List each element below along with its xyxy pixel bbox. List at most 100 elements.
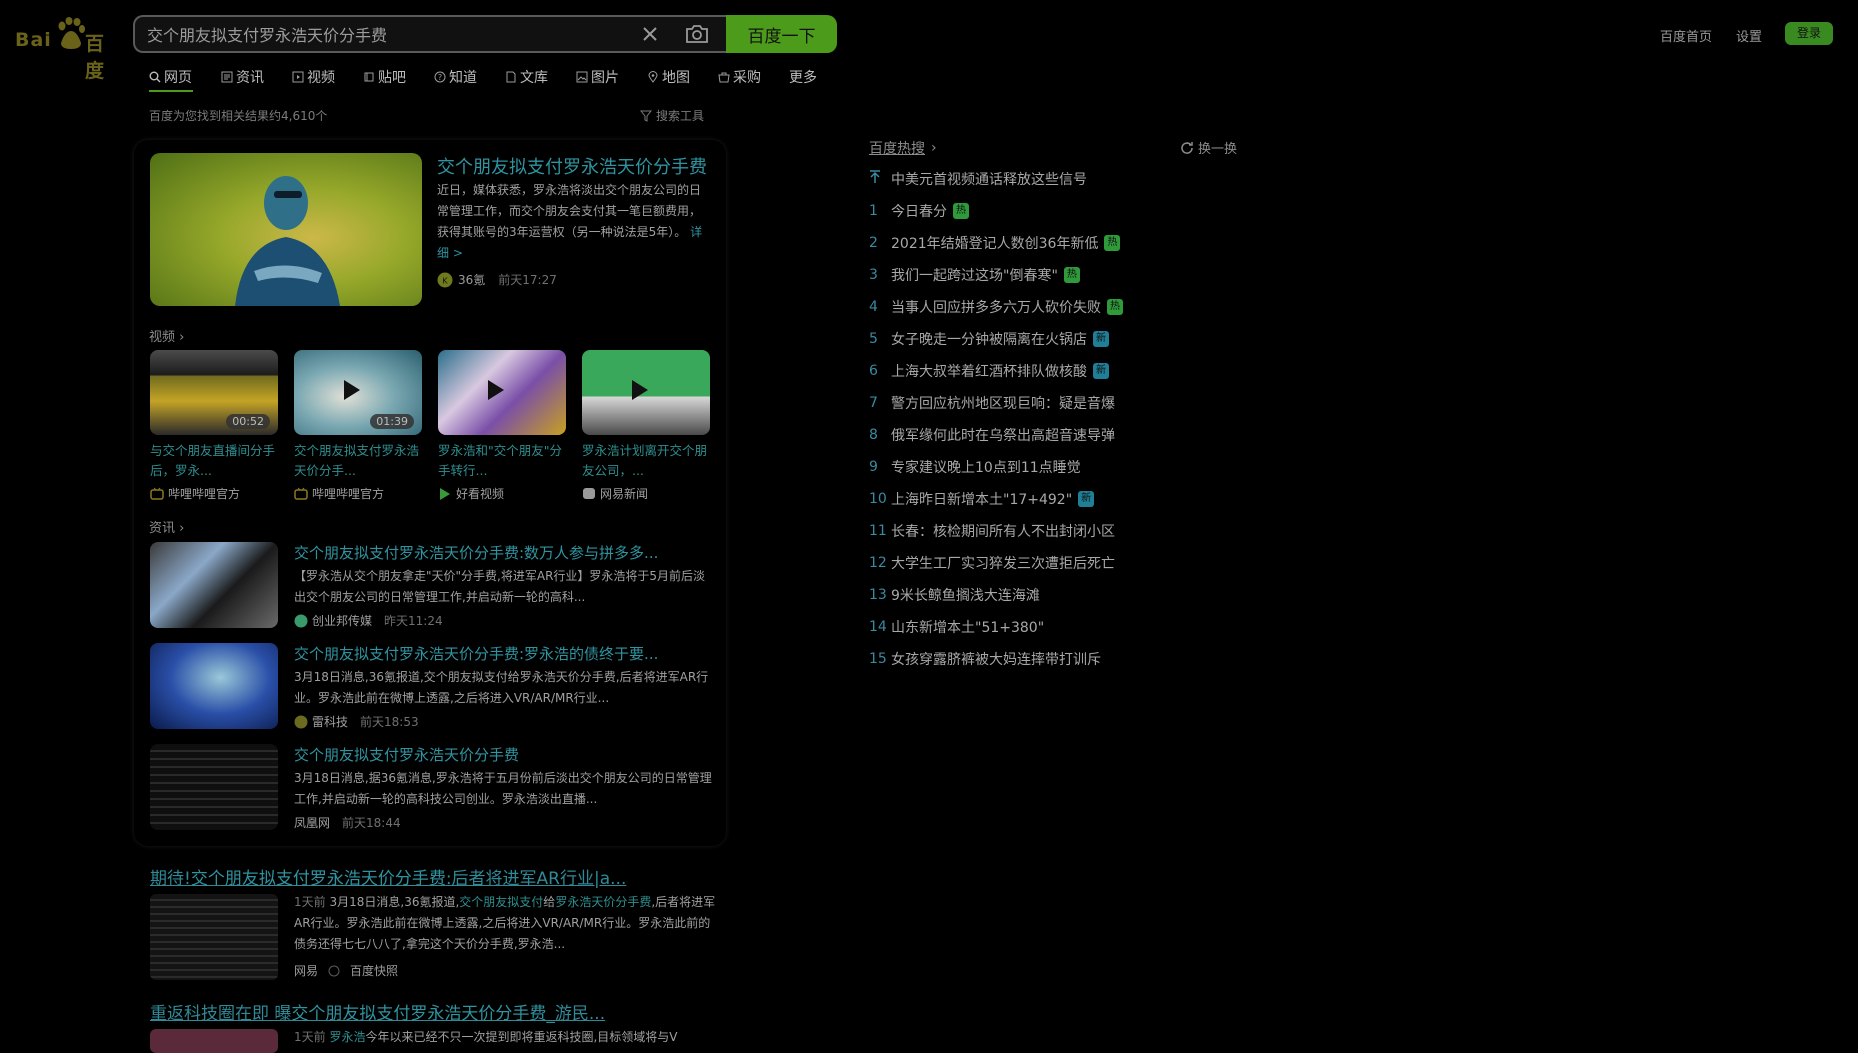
video-icon <box>292 71 304 83</box>
tab-news[interactable]: 资讯 <box>221 67 264 87</box>
hot-item[interactable]: 12 大学生工厂实习猝发三次遭拒后死亡 <box>869 552 1115 574</box>
tab-label: 图片 <box>591 70 619 86</box>
tab-map[interactable]: 地图 <box>647 67 690 87</box>
news-icon <box>221 71 233 83</box>
hot-item[interactable]: 1 今日春分热 <box>869 200 969 222</box>
video-thumbnail[interactable] <box>438 350 566 435</box>
video-thumbnail[interactable]: 00:52 <box>150 350 278 435</box>
tab-label: 文库 <box>520 70 548 86</box>
shop-icon <box>718 72 730 83</box>
hot-item[interactable]: 15 女孩穿露脐裤被大妈连摔带打训斥 <box>869 648 1101 670</box>
featured-source-name[interactable]: 36氪 <box>458 271 485 288</box>
video-card[interactable]: 00:52 与交个朋友直播间分手后，罗永... 哔哩哔哩官方 <box>150 350 280 502</box>
hot-item[interactable]: 13 9米长鲸鱼搁浅大连海滩 <box>869 584 1040 606</box>
search-button[interactable]: 百度一下 <box>726 15 837 53</box>
search-input[interactable] <box>147 17 627 51</box>
hot-item[interactable]: 14 山东新增本土"51+380" <box>869 616 1044 638</box>
featured-title[interactable]: 交个朋友拟支付罗永浩天价分手费 <box>437 153 707 179</box>
refresh-label: 换一换 <box>1198 142 1238 157</box>
hot-item-pinned[interactable]: 中美元首视频通话释放这些信号 <box>869 168 1087 190</box>
tab-tieba[interactable]: 贴吧 <box>363 67 406 87</box>
haokan-icon <box>440 488 450 500</box>
hot-item[interactable]: 3 我们一起跨过这场"倒春寒" 热 <box>869 264 1080 286</box>
hot-item[interactable]: 6 上海大叔举着红酒杯排队做核酸新 <box>869 360 1109 382</box>
hot-badge: 热 <box>1104 235 1121 251</box>
tab-video[interactable]: 视频 <box>292 67 335 87</box>
news-time: 昨天11:24 <box>384 614 443 628</box>
video-title[interactable]: 罗永浩计划离开交个朋友公司，... <box>582 441 712 481</box>
camera-icon[interactable] <box>685 23 709 45</box>
organic-title[interactable]: 重返科技圈在即 曝交个朋友拟支付罗永浩天价分手费_游民... <box>150 999 720 1024</box>
hot-badge: 热 <box>953 203 969 219</box>
settings-link[interactable]: 设置 <box>1736 26 1762 45</box>
shield-icon <box>328 965 340 976</box>
tab-zhidao[interactable]: ? 知道 <box>434 67 477 87</box>
news-thumbnail[interactable] <box>150 542 278 628</box>
organic-title-post: _游民... <box>546 1004 606 1024</box>
hot-item[interactable]: 2 2021年结婚登记人数创36年新低热 <box>869 232 1121 254</box>
tab-more[interactable]: 更多 <box>789 67 817 87</box>
login-button[interactable]: 登录 <box>1785 22 1833 45</box>
video-thumbnail[interactable]: 01:39 <box>294 350 422 435</box>
news-item[interactable]: 交个朋友拟支付罗永浩天价分手费 3月18日消息,据36氪消息,罗永浩将于五月份前… <box>150 744 720 834</box>
hot-search-title[interactable]: 百度热搜 › <box>869 138 937 158</box>
tab-label: 资讯 <box>236 70 264 86</box>
video-title[interactable]: 与交个朋友直播间分手后，罗永... <box>150 441 280 481</box>
hot-item-rank: 12 <box>869 555 887 571</box>
news-title[interactable]: 交个朋友拟支付罗永浩天价分手费 <box>294 744 519 765</box>
featured-image[interactable] <box>150 153 422 306</box>
news-thumbnail[interactable] <box>150 643 278 729</box>
tab-image[interactable]: 图片 <box>576 67 619 87</box>
hot-item[interactable]: 10 上海昨日新增本土"17+492" 新 <box>869 488 1095 510</box>
hot-item-rank: 10 <box>869 491 887 507</box>
hot-item[interactable]: 5 女子晚走一分钟被隔离在火锅店新 <box>869 328 1109 350</box>
source-logo-icon <box>294 715 308 728</box>
hot-item[interactable]: 7 警方回应杭州地区现巨响：疑是音爆 <box>869 392 1115 414</box>
video-card[interactable]: 罗永浩和"交个朋友"分手转行... 好看视频 <box>438 350 568 502</box>
tab-web[interactable]: 网页 <box>149 67 192 87</box>
active-tab-indicator <box>149 90 193 92</box>
hot-item[interactable]: 11 长春：核检期间所有人不出封闭小区 <box>869 520 1115 542</box>
baidu-logo[interactable]: Bai 百度 <box>15 17 122 82</box>
organic-thumbnail[interactable] <box>150 894 278 980</box>
organic-thumbnail[interactable] <box>150 1029 278 1053</box>
netease-icon <box>583 488 595 499</box>
video-title[interactable]: 罗永浩和"交个朋友"分手转行... <box>438 441 568 481</box>
video-source-name: 好看视频 <box>456 487 505 501</box>
organic-title[interactable]: 期待!交个朋友拟支付罗永浩天价分手费:后者将进军AR行业|a... <box>150 864 720 889</box>
organic-source: 网易 百度快照 <box>294 962 398 979</box>
search-box <box>133 15 727 53</box>
video-source-name: 哔哩哔哩官方 <box>312 487 385 501</box>
tab-shop[interactable]: 采购 <box>718 67 761 87</box>
news-thumbnail[interactable] <box>150 744 278 830</box>
video-title[interactable]: 交个朋友拟支付罗永浩天价分手... <box>294 441 424 481</box>
news-title[interactable]: 交个朋友拟支付罗永浩天价分手费:数万人参与拼多多... <box>294 542 658 563</box>
news-section-label[interactable]: 资讯 › <box>149 517 184 536</box>
news-item[interactable]: 交个朋友拟支付罗永浩天价分手费:数万人参与拼多多... 【罗永浩从交个朋友拿走"… <box>150 542 720 632</box>
news-item[interactable]: 交个朋友拟支付罗永浩天价分手费:罗永浩的债终于要... 3月18日消息,36氪报… <box>150 643 720 733</box>
hot-item[interactable]: 9 专家建议晚上10点到11点睡觉 <box>869 456 1081 478</box>
tab-wenku[interactable]: 文库 <box>505 67 548 87</box>
video-section-label[interactable]: 视频 › <box>149 326 184 345</box>
search-tools-button[interactable]: 搜索工具 <box>640 107 704 124</box>
hot-item-rank: 2 <box>869 235 878 251</box>
video-thumbnail[interactable] <box>582 350 710 435</box>
refresh-icon <box>1181 141 1193 154</box>
hot-item[interactable]: 8 俄军缘何此时在乌祭出高超音速导弹 <box>869 424 1115 446</box>
home-link[interactable]: 百度首页 <box>1660 26 1712 45</box>
hot-item[interactable]: 4 当事人回应拼多多六万人砍价失败热 <box>869 296 1123 318</box>
refresh-button[interactable]: 换一换 <box>1180 138 1237 157</box>
bilibili-icon <box>150 487 164 500</box>
tab-label: 采购 <box>733 70 761 86</box>
cache-link[interactable]: 百度快照 <box>350 962 398 979</box>
news-source-name: 雷科技 <box>312 715 349 729</box>
video-source-name: 网易新闻 <box>600 487 649 501</box>
svg-text:?: ? <box>438 73 442 82</box>
news-source-name: 创业邦传媒 <box>312 614 373 628</box>
close-icon[interactable] <box>640 24 660 44</box>
organic-title-pre: 期待! <box>150 869 191 889</box>
video-card[interactable]: 01:39 交个朋友拟支付罗永浩天价分手... 哔哩哔哩官方 <box>294 350 424 502</box>
news-title[interactable]: 交个朋友拟支付罗永浩天价分手费:罗永浩的债终于要... <box>294 643 658 664</box>
hot-item-rank: 1 <box>869 203 878 219</box>
video-card[interactable]: 罗永浩计划离开交个朋友公司，... 网易新闻 <box>582 350 712 502</box>
